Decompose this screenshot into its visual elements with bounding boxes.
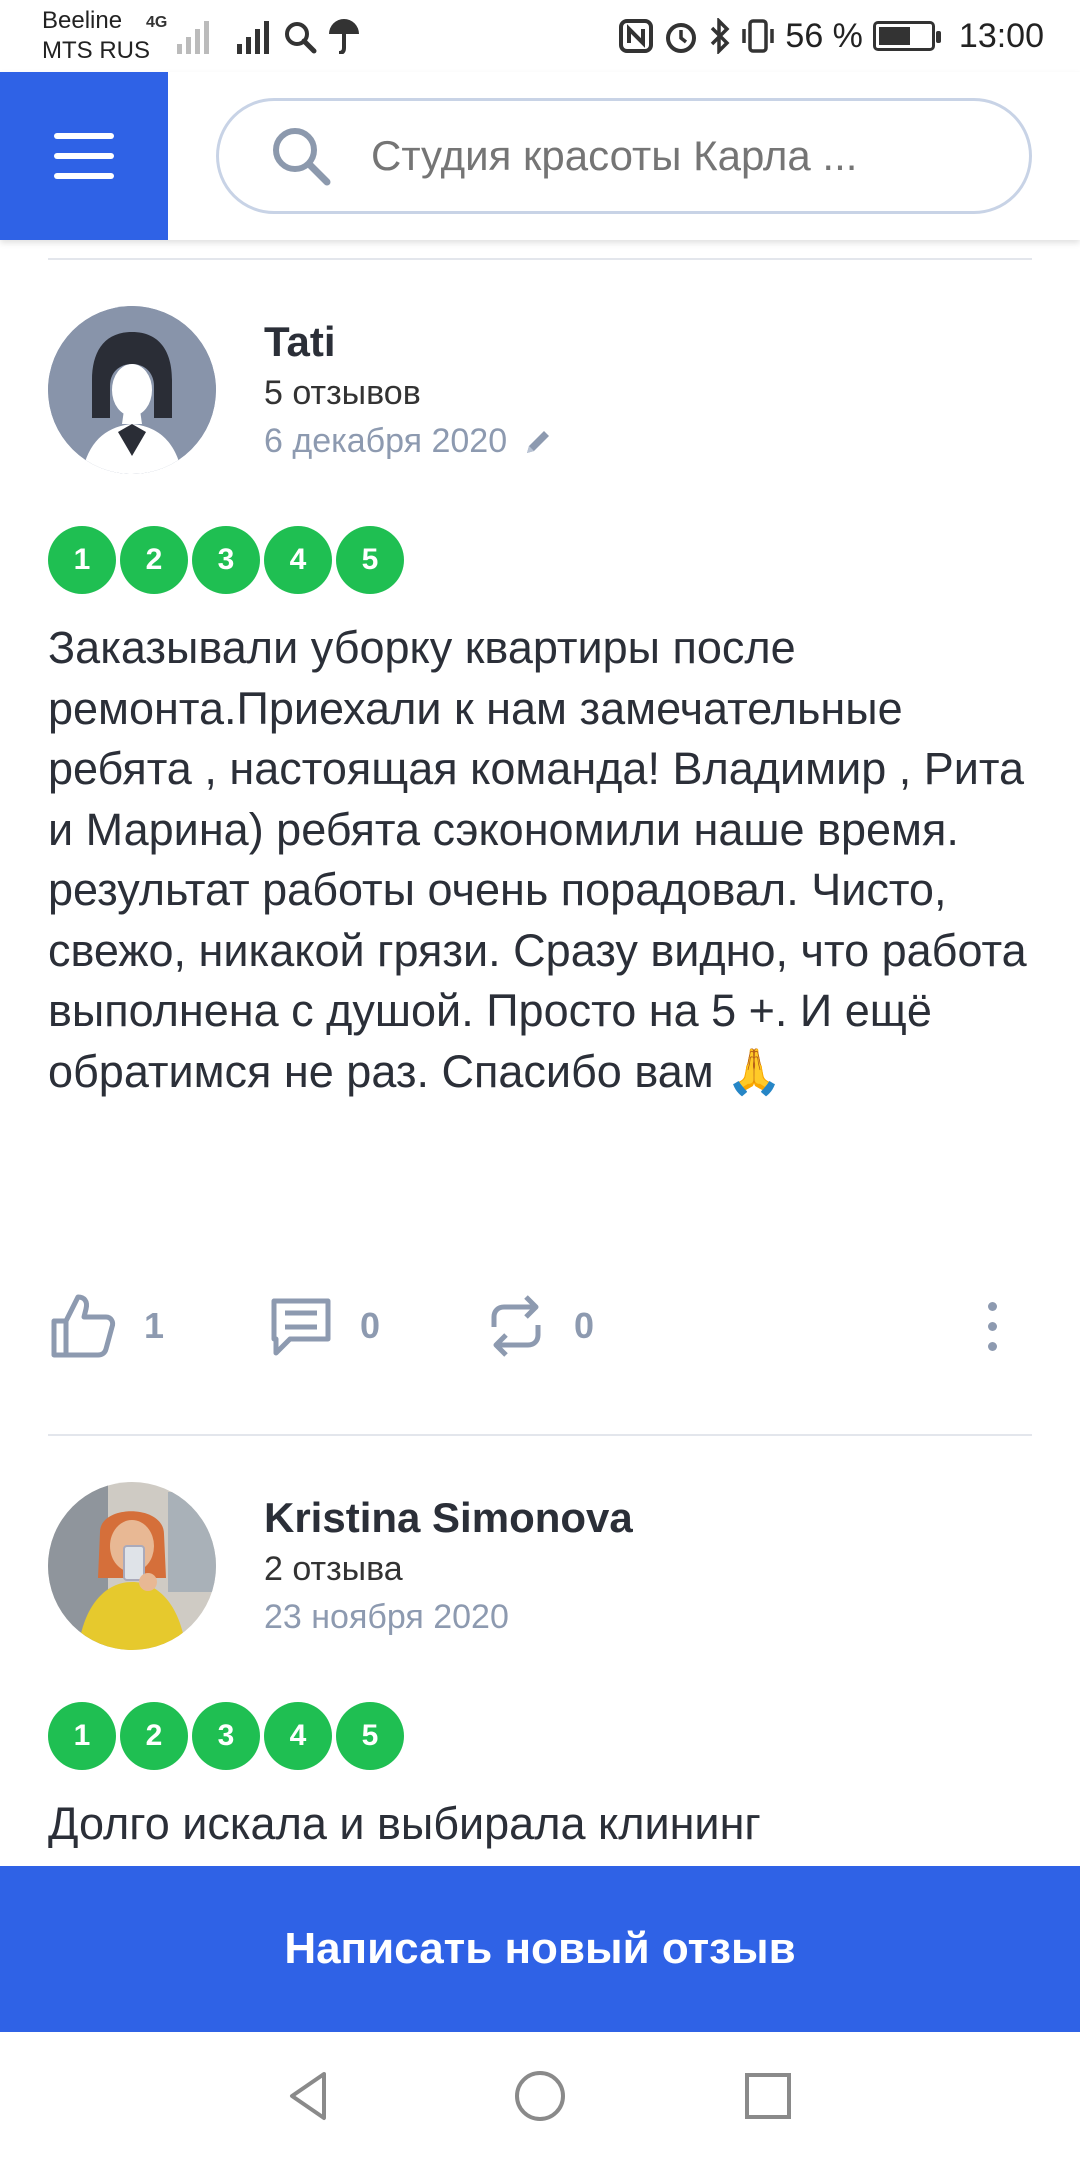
rating-row: 1 2 3 4 5 — [48, 526, 404, 594]
nfc-icon — [619, 19, 654, 53]
rating-dot: 5 — [336, 526, 404, 594]
review-count: 5 отзывов — [264, 374, 421, 412]
back-icon — [290, 2072, 326, 2120]
review-date: 6 декабря 2020 — [264, 422, 553, 461]
review-text: Заказывали уборку квартиры после ремонта… — [48, 622, 1027, 1097]
like-count: 1 — [144, 1305, 165, 1346]
system-nav-bar — [0, 2032, 1080, 2160]
repost-count: 0 — [574, 1305, 595, 1346]
rating-row: 1 2 3 4 5 — [48, 1702, 404, 1770]
review-text: Долго искала и выбирала клининг — [48, 1798, 761, 1849]
rating-dot: 2 — [120, 526, 188, 594]
search-status-icon — [285, 22, 317, 54]
carrier-info: Beeline MTS RUS — [42, 6, 150, 66]
review-date: 23 ноября 2020 — [264, 1598, 509, 1636]
rating-dot: 1 — [48, 526, 116, 594]
rating-dot: 3 — [192, 1702, 260, 1770]
avatar — [48, 1482, 216, 1650]
status-bar: Beeline MTS RUS 4G 56 % 13:00 — [0, 0, 1080, 72]
top-bar — [0, 72, 1080, 240]
battery-icon — [872, 21, 941, 51]
menu-button[interactable] — [0, 72, 168, 240]
comment-icon — [271, 1298, 331, 1356]
signal-icon — [177, 21, 210, 54]
clock: 13:00 — [958, 16, 1044, 55]
review-author[interactable]: Tati — [264, 318, 336, 366]
network-type: 4G — [146, 14, 168, 31]
vibrate-icon — [742, 19, 775, 53]
alarm-icon — [666, 23, 697, 53]
rating-dot: 1 — [48, 1702, 116, 1770]
user-photo — [48, 1482, 216, 1650]
signal-icons: 4G — [146, 14, 361, 54]
divider — [48, 258, 1032, 260]
review-author[interactable]: Kristina Simonova — [264, 1494, 633, 1542]
search-bar[interactable] — [216, 98, 1032, 214]
home-icon — [515, 2071, 565, 2121]
back-button[interactable] — [272, 2060, 344, 2132]
write-review-button[interactable]: Написать новый отзыв — [0, 1866, 1080, 2032]
home-button[interactable] — [504, 2060, 576, 2132]
rating-dot: 3 — [192, 526, 260, 594]
hamburger-icon — [54, 133, 114, 179]
umbrella-icon — [329, 19, 360, 54]
recents-button[interactable] — [732, 2060, 804, 2132]
avatar — [48, 306, 216, 474]
comment-button[interactable]: 0 — [268, 1286, 380, 1366]
thumbs-up-icon — [51, 1294, 116, 1358]
default-avatar-icon — [48, 306, 216, 474]
rating-dot: 4 — [264, 1702, 332, 1770]
repost-icon — [491, 1295, 541, 1357]
search-icon — [273, 128, 331, 186]
rating-dot: 5 — [336, 1702, 404, 1770]
review-actions: 1 0 0 — [48, 1286, 1032, 1366]
comment-count: 0 — [360, 1305, 381, 1346]
recents-icon — [745, 2073, 791, 2119]
status-right: 56 % 13:00 — [619, 12, 1044, 60]
battery-percent: 56 % — [785, 16, 863, 55]
more-options-icon[interactable] — [972, 1286, 1012, 1366]
divider — [48, 1434, 1032, 1436]
rating-dot: 4 — [264, 526, 332, 594]
review-date-text: 6 декабря 2020 — [264, 422, 508, 460]
bluetooth-icon — [711, 18, 730, 54]
carrier-line-1: Beeline — [42, 7, 123, 34]
pencil-icon — [527, 430, 550, 453]
like-button[interactable]: 1 — [48, 1286, 164, 1366]
rating-dot: 2 — [120, 1702, 188, 1770]
signal-icon-2 — [237, 21, 270, 54]
repost-button[interactable]: 0 — [484, 1286, 594, 1366]
search-input[interactable] — [371, 132, 931, 180]
review-count: 2 отзыва — [264, 1550, 403, 1588]
carrier-line-2: MTS RUS — [42, 37, 150, 64]
